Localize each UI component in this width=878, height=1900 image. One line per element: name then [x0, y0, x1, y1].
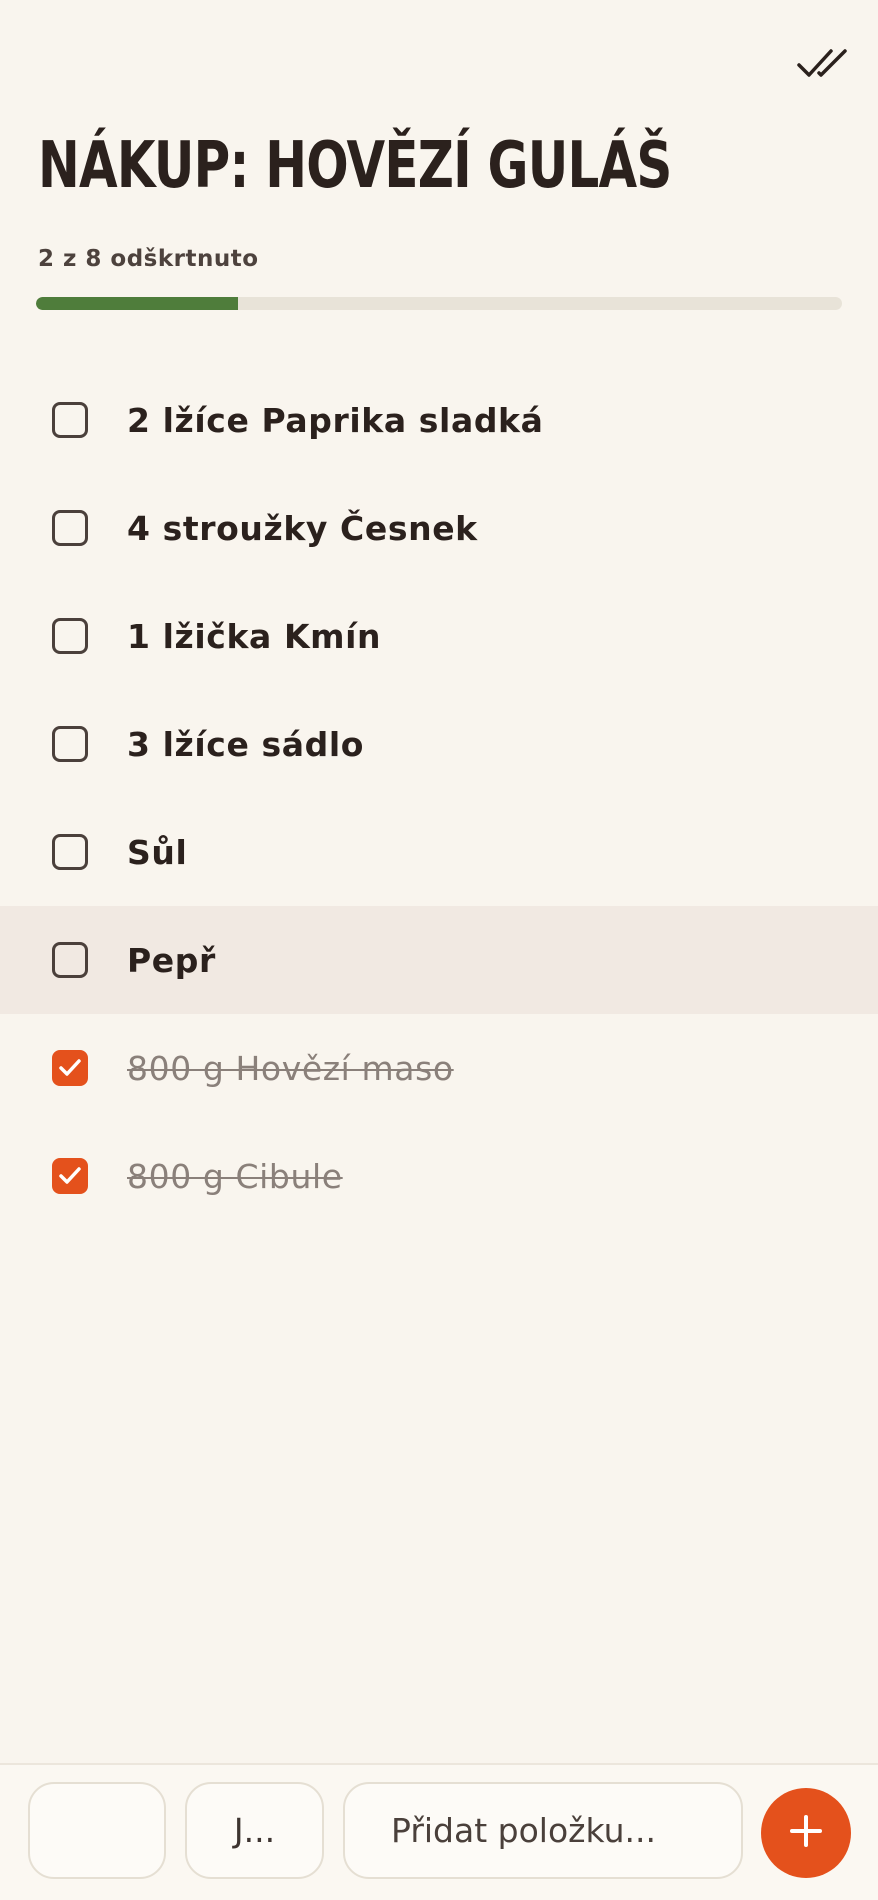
list-item[interactable]: 3 lžíce sádlo	[0, 690, 878, 798]
progress-bar	[36, 297, 842, 310]
item-label: Pepř	[127, 940, 216, 980]
checkbox[interactable]	[52, 402, 88, 438]
add-item-bar: J...	[0, 1763, 878, 1900]
list-item[interactable]: 2 lžíce Paprika sladká	[0, 366, 878, 474]
top-bar	[0, 0, 878, 120]
quantity-field[interactable]	[28, 1782, 166, 1879]
list-item[interactable]: 4 stroužky Česnek	[0, 474, 878, 582]
item-name-field[interactable]	[343, 1782, 743, 1879]
checkbox[interactable]	[52, 942, 88, 978]
unit-field[interactable]: J...	[185, 1782, 324, 1879]
add-item-button[interactable]	[761, 1788, 851, 1878]
list-item[interactable]: 1 lžička Kmín	[0, 582, 878, 690]
check-all-button[interactable]	[784, 34, 864, 98]
page-title: NÁKUP: HOVĚZÍ GULÁŠ	[38, 129, 672, 203]
list-item[interactable]: 800 g Cibule	[0, 1122, 878, 1230]
list-item[interactable]: Sůl	[0, 798, 878, 906]
list-item[interactable]: Pepř	[0, 906, 878, 1014]
progress-bar-fill	[36, 297, 238, 310]
shopping-list: 2 lžíce Paprika sladká 4 stroužky Česnek…	[0, 366, 878, 1230]
item-label: 3 lžíce sádlo	[127, 724, 365, 764]
item-label: 800 g Hovězí maso	[127, 1048, 454, 1088]
checkbox[interactable]	[52, 726, 88, 762]
item-label: 1 lžička Kmín	[127, 616, 382, 656]
item-label: 800 g Cibule	[127, 1156, 343, 1196]
list-item[interactable]: 800 g Hovězí maso	[0, 1014, 878, 1122]
progress-label: 2 z 8 odškrtnuto	[38, 246, 259, 272]
checkbox-checked[interactable]	[52, 1050, 88, 1086]
checkbox-checked[interactable]	[52, 1158, 88, 1194]
plus-icon	[786, 1811, 826, 1855]
check-icon	[59, 1167, 81, 1184]
item-label: 4 stroužky Česnek	[127, 508, 478, 548]
item-label: 2 lžíce Paprika sladká	[127, 400, 544, 440]
checkbox[interactable]	[52, 834, 88, 870]
item-name-input[interactable]	[389, 1810, 723, 1851]
checkbox[interactable]	[52, 618, 88, 654]
item-label: Sůl	[127, 832, 188, 872]
checkbox[interactable]	[52, 510, 88, 546]
check-icon	[59, 1059, 81, 1076]
double-check-icon	[797, 47, 851, 85]
